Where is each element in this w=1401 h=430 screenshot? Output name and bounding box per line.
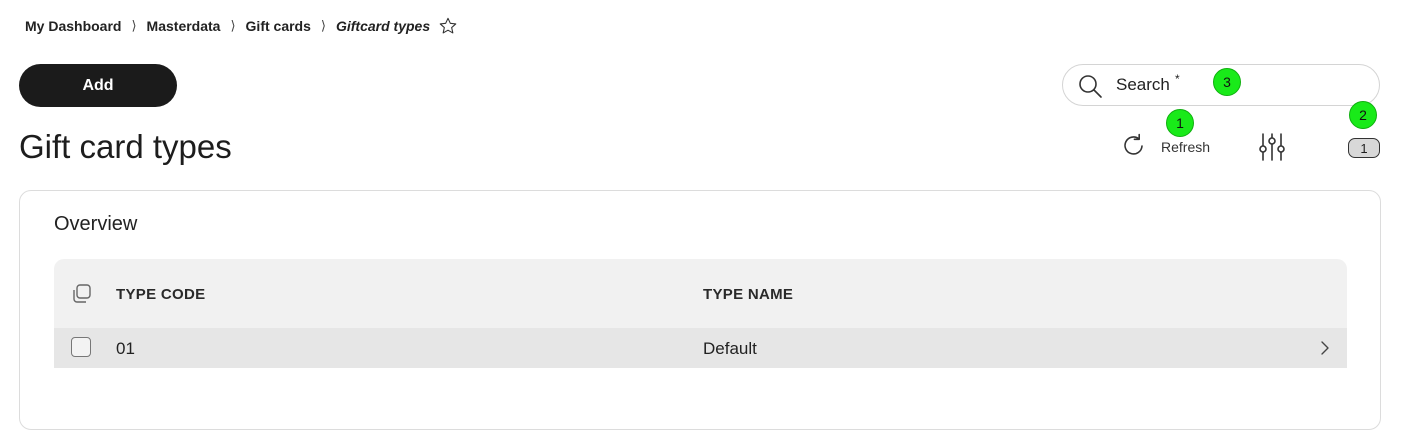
- annotation-marker-3: 3: [1213, 68, 1241, 96]
- breadcrumb-separator: ⟩: [131, 18, 137, 33]
- column-header-type-code[interactable]: TYPE CODE: [116, 286, 205, 303]
- search-required-marker: *: [1175, 72, 1180, 86]
- count-badge[interactable]: 1: [1348, 138, 1380, 158]
- annotation-marker-2: 2: [1349, 101, 1377, 129]
- add-button[interactable]: Add: [19, 64, 177, 107]
- table-row[interactable]: 01 Default: [54, 328, 1347, 368]
- column-header-type-name[interactable]: TYPE NAME: [703, 286, 793, 303]
- search-placeholder: Search: [1116, 75, 1170, 94]
- breadcrumb-masterdata[interactable]: Masterdata: [147, 18, 221, 34]
- chevron-right-icon[interactable]: [1320, 340, 1330, 361]
- refresh-icon: [1120, 131, 1148, 164]
- star-icon[interactable]: [438, 16, 458, 36]
- refresh-label: Refresh: [1161, 139, 1211, 155]
- row-checkbox[interactable]: [71, 337, 91, 357]
- page-title: Gift card types: [19, 128, 232, 165]
- cell-type-code: 01: [116, 339, 135, 358]
- overview-title: Overview: [54, 213, 138, 235]
- filter-sliders-icon[interactable]: [1258, 132, 1286, 167]
- table-header: TYPE CODE TYPE NAME: [54, 259, 1347, 328]
- cell-type-name: Default: [703, 339, 757, 358]
- breadcrumb-gift-cards[interactable]: Gift cards: [246, 18, 311, 34]
- refresh-button[interactable]: Refresh: [1120, 132, 1210, 162]
- breadcrumb-giftcard-types: Giftcard types: [335, 18, 431, 34]
- search-icon: [1077, 73, 1103, 104]
- breadcrumb-separator: ⟩: [320, 18, 326, 33]
- select-all-icon[interactable]: [70, 283, 92, 310]
- gift-card-types-table: TYPE CODE TYPE NAME 01 Default: [54, 259, 1347, 368]
- breadcrumb-separator: ⟩: [230, 18, 236, 33]
- breadcrumb: My Dashboard ⟩ Masterdata ⟩ Gift cards ⟩…: [25, 16, 458, 36]
- breadcrumb-my-dashboard[interactable]: My Dashboard: [25, 18, 121, 34]
